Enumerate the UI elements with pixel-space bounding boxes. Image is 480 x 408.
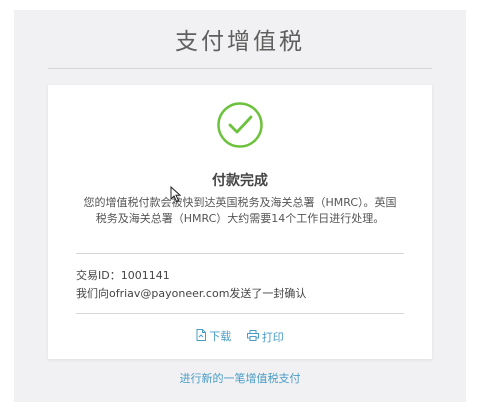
new-vat-payment-link[interactable]: 进行新的一笔增值税支付 (14, 370, 466, 386)
confirmation-row: 我们向ofriav@payoneer.com发送了一封确认 (76, 285, 306, 303)
transaction-id-label: 交易ID： (76, 269, 121, 282)
print-label: 打印 (261, 330, 284, 344)
divider (76, 313, 404, 314)
confirmation-suffix: 发送了一封确认 (229, 287, 307, 300)
confirmation-prefix: 我们向 (76, 287, 109, 300)
transaction-details: 交易ID：1001141 我们向ofriav@payoneer.com发送了一封… (76, 267, 306, 303)
transaction-id-value: 1001141 (120, 269, 170, 282)
mouse-pointer-icon (170, 186, 181, 203)
payment-page: 支付增值税 付款完成 您的增值税付款会被快到达英国税务及海关总署（HMRC）。英… (14, 10, 466, 402)
printer-icon (246, 329, 262, 344)
document-icon (196, 328, 209, 344)
page-title: 支付增值税 (175, 29, 305, 55)
payment-message-line1: 您的增值税付款会被快到达英国税务及海关总署（HMRC）。英国 (83, 196, 397, 209)
check-circle-icon (216, 101, 264, 149)
action-bar: 下载 打印 (48, 328, 432, 345)
confirmation-card: 付款完成 您的增值税付款会被快到达英国税务及海关总署（HMRC）。英国 税务及海… (48, 85, 432, 359)
payment-message: 您的增值税付款会被快到达英国税务及海关总署（HMRC）。英国 税务及海关总署（H… (76, 195, 404, 227)
title-divider (48, 68, 432, 69)
payment-complete-heading: 付款完成 (212, 173, 268, 189)
divider (76, 253, 404, 254)
print-button[interactable]: 打印 (246, 329, 284, 345)
download-label: 下载 (209, 330, 232, 343)
download-button[interactable]: 下载 (196, 328, 231, 344)
confirmation-email: ofriav@payoneer.com (109, 287, 230, 300)
transaction-id-row: 交易ID：1001141 (76, 267, 306, 285)
payment-message-line2: 税务及海关总署（HMRC）大约需要14个工作日进行处理。 (95, 212, 385, 225)
